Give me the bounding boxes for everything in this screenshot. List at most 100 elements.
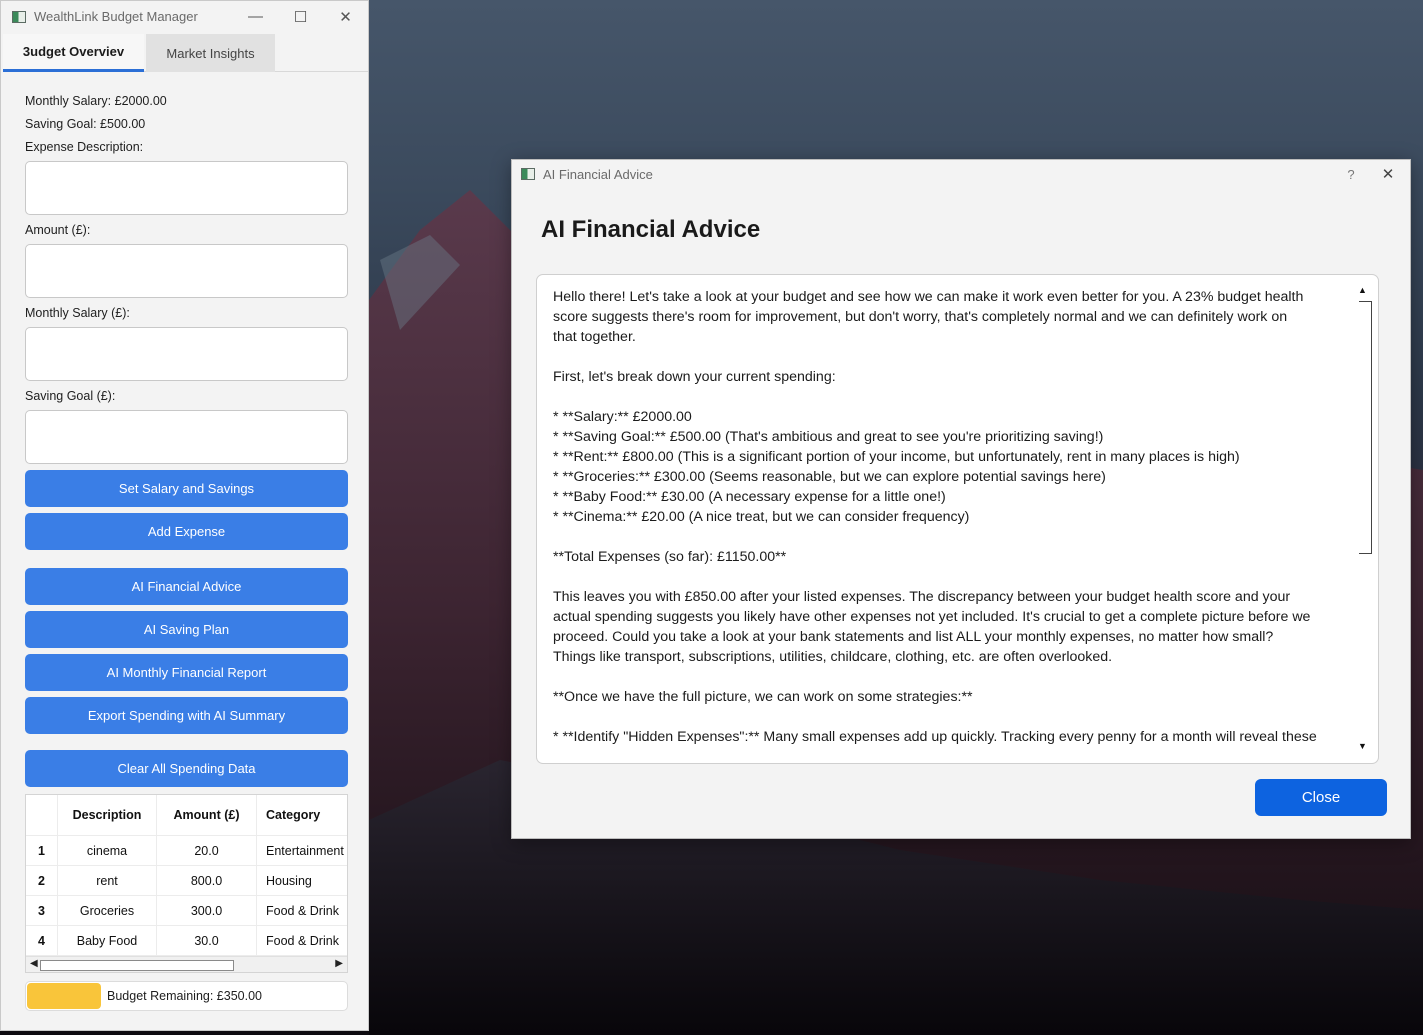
- amount-input[interactable]: [26, 245, 347, 297]
- dialog-app-icon: [521, 168, 535, 180]
- expense-description-label: Expense Description:: [25, 140, 144, 154]
- cell-description[interactable]: cinema: [58, 836, 157, 866]
- cell-amount[interactable]: 30.0: [157, 926, 257, 956]
- add-expense-button[interactable]: Add Expense: [25, 513, 348, 550]
- cell-description[interactable]: rent: [58, 866, 157, 896]
- column-header-category[interactable]: Category: [257, 795, 347, 836]
- monthly-salary-input[interactable]: [26, 328, 347, 380]
- advice-line: score suggests there's room for improvem…: [553, 309, 1288, 325]
- advice-line: that together.: [553, 329, 636, 345]
- table-header-row: Description Amount (£) Category: [26, 795, 347, 836]
- tab-market-insights-label: Market Insights: [166, 45, 255, 61]
- ai-saving-plan-button[interactable]: AI Saving Plan: [25, 611, 348, 648]
- tab-market-insights[interactable]: Market Insights: [146, 34, 275, 72]
- cell-description[interactable]: Baby Food: [58, 926, 157, 956]
- advice-line: First, let's break down your current spe…: [553, 369, 836, 385]
- scroll-down-icon[interactable]: ▼: [1358, 741, 1367, 751]
- table-row[interactable]: 1 cinema 20.0 Entertainment: [26, 836, 347, 866]
- dialog-close-icon[interactable]: ✕: [1366, 165, 1410, 183]
- advice-line: actual spending suggests you likely have…: [553, 609, 1311, 625]
- advice-line: * **Baby Food:** £30.00 (A necessary exp…: [553, 489, 946, 505]
- help-icon[interactable]: ?: [1336, 167, 1366, 182]
- scrollbar-thumb[interactable]: [40, 960, 234, 971]
- table-row[interactable]: 3 Groceries 300.0 Food & Drink: [26, 896, 347, 926]
- expense-description-field[interactable]: [25, 161, 348, 215]
- row-index[interactable]: 2: [26, 866, 58, 896]
- cell-category[interactable]: Food & Drink: [257, 926, 347, 956]
- advice-line: Things like transport, subscriptions, ut…: [553, 649, 1113, 665]
- scroll-up-icon[interactable]: ▲: [1358, 285, 1367, 295]
- ai-advice-dialog: AI Financial Advice ? ✕ AI Financial Adv…: [511, 159, 1411, 839]
- advice-line: * **Groceries:** £300.00 (Seems reasonab…: [553, 469, 1106, 485]
- advice-line: [553, 667, 1363, 687]
- close-icon[interactable]: ✕: [323, 8, 368, 26]
- dialog-titlebar[interactable]: AI Financial Advice ? ✕: [512, 160, 1410, 188]
- cell-description[interactable]: Groceries: [58, 896, 157, 926]
- monthly-salary-label: Monthly Salary (£):: [25, 306, 130, 320]
- advice-line: **Total Expenses (so far): £1150.00**: [553, 549, 787, 565]
- advice-line: * **Saving Goal:** £500.00 (That's ambit…: [553, 429, 1104, 445]
- amount-label: Amount (£):: [25, 223, 91, 237]
- advice-text: Hello there! Let's take a look at your b…: [553, 287, 1363, 747]
- expense-description-input[interactable]: [26, 162, 347, 214]
- cell-category[interactable]: Entertainment: [257, 836, 347, 866]
- budget-remaining-bar: Budget Remaining: £350.00: [25, 981, 348, 1011]
- cell-amount[interactable]: 300.0: [157, 896, 257, 926]
- monthly-salary-field[interactable]: [25, 327, 348, 381]
- advice-line: proceed. Could you take a look at your b…: [553, 629, 1274, 645]
- advice-line: * **Identify "Hidden Expenses":** Many s…: [553, 729, 1317, 745]
- advice-line: * **Rent:** £800.00 (This is a significa…: [553, 449, 1240, 465]
- row-index[interactable]: 3: [26, 896, 58, 926]
- row-index[interactable]: 4: [26, 926, 58, 956]
- saving-goal-field[interactable]: [25, 410, 348, 464]
- ai-monthly-report-button[interactable]: AI Monthly Financial Report: [25, 654, 348, 691]
- advice-line: [553, 527, 1363, 547]
- advice-line: **Once we have the full picture, we can …: [553, 689, 973, 705]
- close-button[interactable]: Close: [1255, 779, 1387, 816]
- saving-goal-input[interactable]: [26, 411, 347, 463]
- dialog-heading: AI Financial Advice: [541, 216, 761, 243]
- table-corner[interactable]: [26, 795, 58, 836]
- table-row[interactable]: 4 Baby Food 30.0 Food & Drink: [26, 926, 347, 956]
- advice-line: This leaves you with £850.00 after your …: [553, 589, 1291, 605]
- advice-text-area[interactable]: Hello there! Let's take a look at your b…: [536, 274, 1379, 764]
- minimize-icon[interactable]: —: [233, 8, 278, 25]
- scroll-right-icon[interactable]: ▶: [335, 958, 343, 969]
- advice-vertical-scrollbar[interactable]: ▲ ▼: [1356, 285, 1373, 751]
- advice-line: * **Salary:** £2000.00: [553, 409, 692, 425]
- app-icon: [12, 10, 26, 23]
- budget-health-fill: [27, 983, 101, 1009]
- dialog-title: AI Financial Advice: [543, 166, 653, 182]
- column-header-description[interactable]: Description: [58, 795, 157, 836]
- monthly-salary-display: Monthly Salary: £2000.00: [25, 94, 167, 108]
- tab-budget-overview[interactable]: 3udget Overviev: [3, 34, 144, 72]
- tab-bar: 3udget Overviev Market Insights: [3, 32, 368, 72]
- scroll-left-icon[interactable]: ◀: [30, 958, 38, 969]
- cell-category[interactable]: Food & Drink: [257, 896, 347, 926]
- advice-line: * **Cinema:** £20.00 (A nice treat, but …: [553, 509, 970, 525]
- column-header-amount[interactable]: Amount (£): [157, 795, 257, 836]
- budget-manager-window: WealthLink Budget Manager — ☐ ✕ 3udget O…: [0, 0, 369, 1031]
- saving-goal-label: Saving Goal (£):: [25, 389, 116, 403]
- tab-budget-overview-label: 3udget Overviev: [22, 44, 125, 59]
- cell-amount[interactable]: 20.0: [157, 836, 257, 866]
- advice-line: [553, 567, 1363, 587]
- table-row[interactable]: 2 rent 800.0 Housing: [26, 866, 347, 896]
- table-horizontal-scrollbar[interactable]: ◀ ▶: [26, 956, 347, 972]
- expense-table[interactable]: Description Amount (£) Category 1 cinema…: [25, 794, 348, 973]
- cell-amount[interactable]: 800.0: [157, 866, 257, 896]
- advice-line: Hello there! Let's take a look at your b…: [553, 289, 1304, 305]
- budget-remaining-text: Budget Remaining: £350.00: [107, 989, 262, 1003]
- maximize-icon[interactable]: ☐: [278, 8, 323, 26]
- row-index[interactable]: 1: [26, 836, 58, 866]
- scrollbar-thumb[interactable]: [1359, 301, 1372, 554]
- cell-category[interactable]: Housing: [257, 866, 347, 896]
- saving-goal-display: Saving Goal: £500.00: [25, 117, 146, 131]
- amount-field[interactable]: [25, 244, 348, 298]
- clear-spending-button[interactable]: Clear All Spending Data: [25, 750, 348, 787]
- advice-line: [553, 347, 1363, 367]
- main-titlebar[interactable]: WealthLink Budget Manager — ☐ ✕: [1, 1, 368, 32]
- ai-financial-advice-button[interactable]: AI Financial Advice: [25, 568, 348, 605]
- export-spending-button[interactable]: Export Spending with AI Summary: [25, 697, 348, 734]
- set-salary-savings-button[interactable]: Set Salary and Savings: [25, 470, 348, 507]
